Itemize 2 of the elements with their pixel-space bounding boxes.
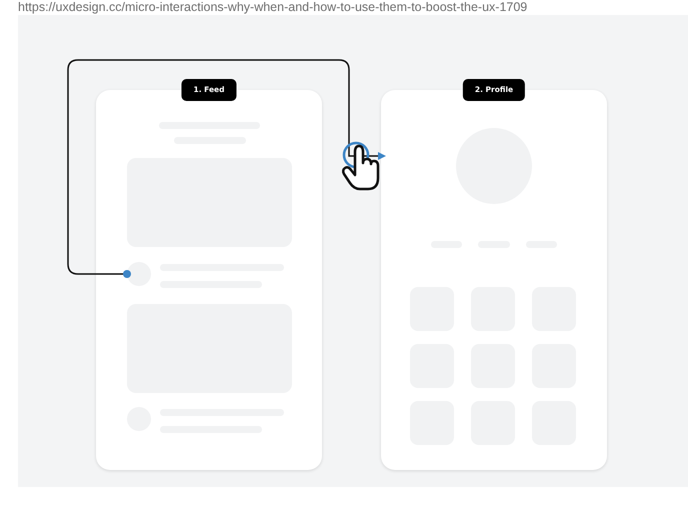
avatar-placeholder (127, 262, 151, 286)
page-url: https://uxdesign.cc/micro-interactions-why-when-and-how-to-use-them-to-boost-the-ux-1709 (18, 0, 528, 15)
